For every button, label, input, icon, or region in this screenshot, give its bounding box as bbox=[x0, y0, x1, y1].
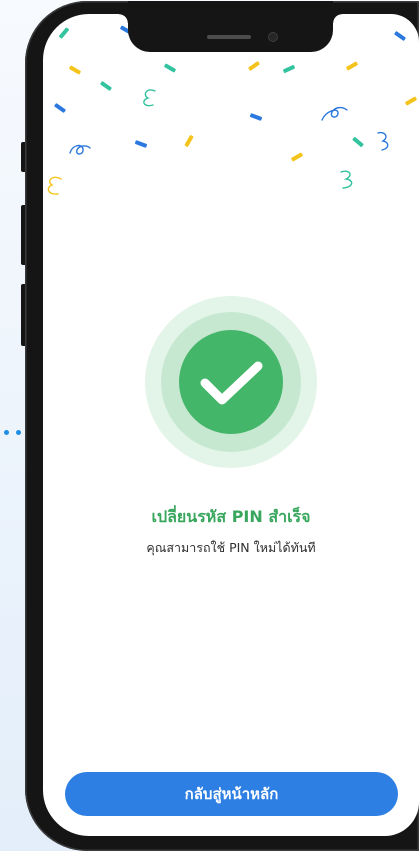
confetti-piece bbox=[249, 113, 263, 121]
decorative-dots bbox=[4, 430, 24, 436]
confetti-piece bbox=[59, 27, 69, 39]
confetti-piece bbox=[352, 137, 364, 147]
confetti-piece bbox=[321, 106, 348, 121]
confetti-piece bbox=[394, 31, 406, 41]
success-circle bbox=[179, 330, 283, 434]
confetti-piece bbox=[143, 89, 156, 107]
front-camera bbox=[269, 33, 277, 41]
confetti-piece bbox=[340, 170, 353, 189]
dot bbox=[4, 430, 9, 435]
success-title: เปลี่ยนรหัส PIN สำเร็จ bbox=[151, 507, 311, 526]
confetti-piece bbox=[164, 63, 176, 73]
confetti-piece bbox=[248, 61, 260, 71]
confetti-piece bbox=[69, 144, 91, 155]
confetti-piece bbox=[405, 96, 417, 106]
confetti-piece bbox=[283, 64, 295, 74]
phone-notch bbox=[119, 1, 342, 52]
confetti-piece bbox=[47, 176, 62, 195]
confetti-piece bbox=[377, 131, 389, 151]
dot bbox=[16, 430, 21, 435]
confetti-piece bbox=[54, 103, 66, 113]
back-to-home-button[interactable]: กลับสู่หน้าหลัก bbox=[65, 772, 398, 816]
confetti-piece bbox=[100, 81, 112, 91]
app-screen: เปลี่ยนรหัส PIN สำเร็จ คุณสามารถใช้ PIN … bbox=[43, 14, 419, 836]
confetti-piece bbox=[134, 140, 148, 148]
confetti-piece bbox=[69, 65, 81, 75]
confetti-piece bbox=[184, 135, 194, 147]
confetti-piece bbox=[291, 152, 303, 162]
speaker-grille bbox=[207, 35, 251, 39]
phone-frame: เปลี่ยนรหัส PIN สำเร็จ คุณสามารถใช้ PIN … bbox=[25, 1, 419, 851]
success-message: คุณสามารถใช้ PIN ใหม่ได้ทันที bbox=[146, 540, 316, 555]
mockup-stage: เปลี่ยนรหัส PIN สำเร็จ คุณสามารถใช้ PIN … bbox=[0, 0, 419, 851]
confetti-piece bbox=[346, 61, 358, 71]
check-circle-icon bbox=[145, 296, 317, 468]
